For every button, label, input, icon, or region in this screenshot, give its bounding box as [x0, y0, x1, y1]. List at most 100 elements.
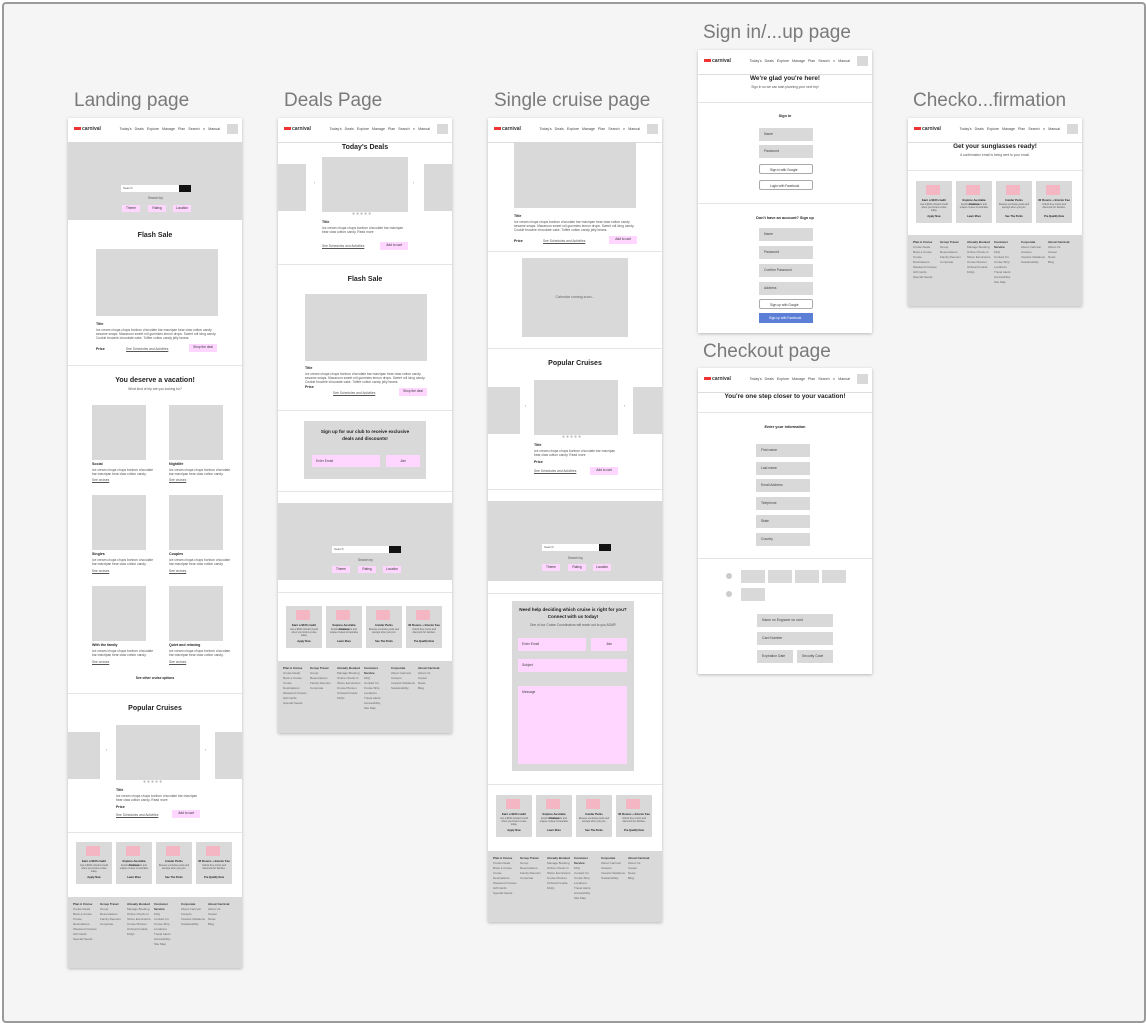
footer-link[interactable]: Group Reservations	[310, 671, 328, 680]
chevron-left-icon[interactable]: ‹	[525, 404, 526, 408]
footer-link[interactable]: Cruise Ship Locations	[154, 922, 170, 931]
confirm-password-input[interactable]: Confirm Password	[759, 264, 813, 277]
footer-link[interactable]: Investor Relations	[601, 871, 625, 875]
footer-link[interactable]: FAQs	[547, 886, 555, 890]
footer-link[interactable]: Shore Excursions	[337, 681, 361, 685]
nav-links[interactable]: Today's Deals Explore Manage Plan Search…	[120, 127, 220, 131]
footer-link[interactable]: Travel Alerts	[994, 270, 1011, 274]
footer-link[interactable]: About Carnival	[391, 671, 411, 675]
footer-link[interactable]: Online Check-In	[337, 676, 359, 680]
join-button[interactable]: Join	[591, 638, 627, 651]
footer-link[interactable]: Careers	[391, 676, 402, 680]
see-cruises-link[interactable]: See cruises	[169, 569, 186, 573]
promo-cta-link[interactable]: Apply Now	[288, 640, 320, 643]
footer-link[interactable]: Corporate	[310, 686, 323, 690]
footer-link[interactable]: Book a Cruise	[913, 250, 932, 254]
carnival-logo[interactable]: carnival	[704, 376, 731, 382]
footer-link[interactable]: Book a Cruise	[73, 912, 92, 916]
telephone-input[interactable]: Telephone	[756, 497, 810, 510]
filter-rating[interactable]: Rating	[568, 564, 586, 571]
search-button[interactable]	[179, 185, 191, 192]
footer-link[interactable]: Cruise Planner	[967, 260, 987, 264]
carousel-dots[interactable]: ●●●●●	[352, 211, 372, 217]
promo-cta-link[interactable]: Pre-Qualify Now	[618, 829, 650, 832]
footer-link[interactable]: FAQs	[337, 696, 345, 700]
footer-link[interactable]: Shore Excursions	[127, 917, 151, 921]
promo-cta-link[interactable]: See The Perks	[368, 640, 400, 643]
footer-link[interactable]: Sustainability	[181, 922, 199, 926]
promo-cta-link[interactable]: Pre-Qualify Now	[198, 876, 230, 879]
footer-link[interactable]: Special Needs	[73, 937, 92, 941]
footer-link[interactable]: News	[418, 681, 426, 685]
promo-card[interactable]: Earn a $100 credit Get a $100 onboard cre…	[286, 606, 322, 648]
first-name-input[interactable]: First name	[756, 444, 810, 457]
footer-link[interactable]: Investor Relations	[181, 917, 205, 921]
deal-schedules-link[interactable]: See Schedules and Activities	[322, 244, 364, 248]
shop-deal-button[interactable]: Shop the deal	[189, 344, 217, 352]
footer-link[interactable]: Corporate	[520, 876, 533, 880]
footer-link[interactable]: Careers	[1021, 250, 1032, 254]
account-icon[interactable]	[857, 56, 868, 66]
see-cruises-link[interactable]: See cruises	[92, 478, 109, 482]
expiration-date-input[interactable]: Expiration Date	[757, 650, 793, 663]
account-icon[interactable]	[1067, 124, 1078, 134]
footer-link[interactable]: Site Map	[364, 706, 376, 710]
footer-link[interactable]: Cruise Ship Locations	[364, 686, 380, 695]
promo-cta-link[interactable]: Apply Now	[498, 829, 530, 832]
footer-link[interactable]: Cruise Planner	[547, 876, 567, 880]
chevron-right-icon[interactable]: ›	[413, 181, 414, 185]
footer-link[interactable]: Sustainability	[601, 876, 619, 880]
message-textarea[interactable]: Message	[518, 686, 627, 764]
search-button[interactable]	[599, 544, 611, 551]
footer-link[interactable]: About Us	[418, 671, 430, 675]
add-to-cart-button[interactable]: Add to cart	[590, 467, 618, 475]
footer-link[interactable]: Careers	[181, 912, 192, 916]
footer-link[interactable]: Group Reservations	[100, 907, 118, 916]
see-cruises-link[interactable]: See cruises	[169, 478, 186, 482]
footer-link[interactable]: Career	[628, 866, 637, 870]
card-type-option[interactable]	[741, 570, 765, 583]
see-cruises-link[interactable]: See cruises	[92, 660, 109, 664]
footer-link[interactable]: Contact Us	[364, 681, 379, 685]
search-input[interactable]: Search	[332, 546, 390, 553]
footer-link[interactable]: Cruise Destinations	[283, 681, 300, 690]
promo-card[interactable]: Earn a $100 credit Get a $100 onboard cre…	[496, 795, 532, 837]
chevron-right-icon[interactable]: ›	[205, 748, 206, 752]
join-button[interactable]: Join	[386, 455, 420, 467]
search-input[interactable]: Search	[542, 544, 600, 551]
nav-links[interactable]: Today's Deals Explore Manage Plan Search…	[540, 127, 640, 131]
footer-link[interactable]: Gift Cards	[283, 696, 297, 700]
cruise-schedules-link[interactable]: See Schedules and Activities	[543, 239, 585, 243]
footer-link[interactable]: Accessibility	[364, 701, 380, 705]
card-type-option[interactable]	[741, 588, 765, 601]
flash-schedules-link[interactable]: See Schedules and Activities	[333, 391, 375, 395]
other-options-link[interactable]: See other cruise options	[68, 676, 242, 680]
footer-link[interactable]: Shore Excursions	[547, 871, 571, 875]
footer-link[interactable]: Cruise Deals	[73, 907, 90, 911]
footer-link[interactable]: About Us	[628, 861, 640, 865]
footer-link[interactable]: Cruise Ship Locations	[574, 876, 590, 885]
footer-link[interactable]: FAQ	[574, 866, 580, 870]
footer-link[interactable]: Career	[208, 912, 217, 916]
footer-link[interactable]: Family Reunion	[520, 871, 541, 875]
footer-link[interactable]: Cruise Destinations	[493, 871, 510, 880]
promo-card[interactable]: Earn a $100 credit Get a $100 onboard cre…	[76, 842, 112, 884]
footer-link[interactable]: Manage Booking	[547, 861, 570, 865]
footer-link[interactable]: Sustainability	[1021, 260, 1039, 264]
filter-rating[interactable]: Rating	[358, 566, 376, 573]
promo-card[interactable]: 30 Rooms + Interior Fee Unlock free rooms…	[1036, 181, 1072, 223]
footer-link[interactable]: Contact Us	[994, 255, 1009, 259]
add-to-cart-button[interactable]: Add to cart	[380, 242, 408, 250]
footer-link[interactable]: Weekend Cruises	[493, 881, 517, 885]
footer-link[interactable]: Cruise Planner	[337, 686, 357, 690]
promo-card[interactable]: Explore Australia Cruises Explore exotic …	[116, 842, 152, 884]
footer-link[interactable]: FAQ	[154, 912, 160, 916]
footer-link[interactable]: Group Reservations	[940, 245, 958, 254]
nav-links[interactable]: Today's Deals Explore Manage Plan Search…	[330, 127, 430, 131]
promo-card[interactable]: 30 Rooms + Interior Fee Unlock free rooms…	[616, 795, 652, 837]
footer-link[interactable]: Accessibility	[994, 275, 1010, 279]
footer-link[interactable]: Accessibility	[154, 937, 170, 941]
footer-link[interactable]: Book a Cruise	[283, 676, 302, 680]
footer-link[interactable]: Blog	[1048, 260, 1054, 264]
promo-cta-link[interactable]: Apply Now	[78, 876, 110, 879]
